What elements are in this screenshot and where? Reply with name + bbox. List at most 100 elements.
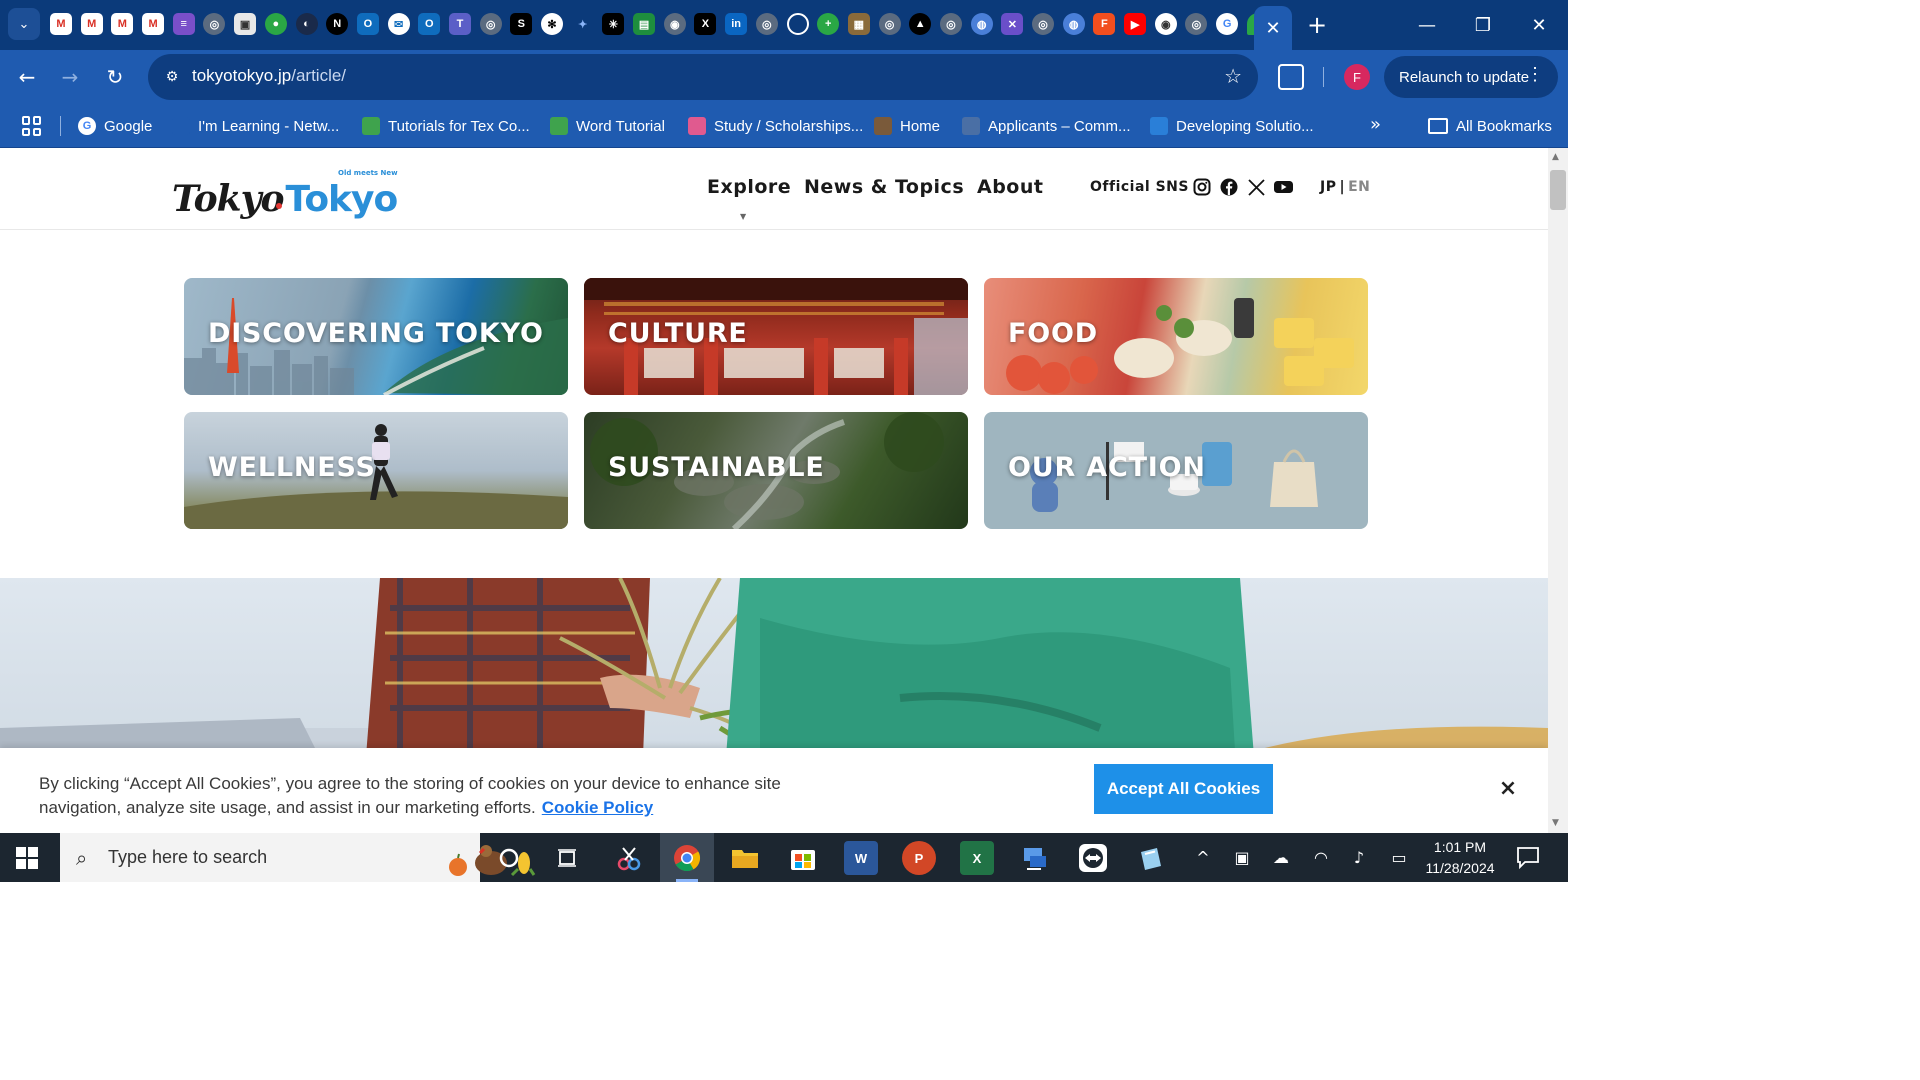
teamviewer-icon[interactable]: [1076, 841, 1110, 875]
figma-tab-icon[interactable]: F: [1093, 13, 1116, 35]
puzzle-tab-icon[interactable]: ✕: [1001, 13, 1024, 35]
bookmark-item[interactable]: Tutorials for Tex Co...: [362, 114, 530, 138]
gmail-tab-icon[interactable]: M: [50, 13, 72, 35]
tokyo-tokyo-logo[interactable]: Tokyo Tokyo Old meets New: [172, 166, 398, 220]
onedrive-error-icon[interactable]: ☁: [1270, 846, 1292, 868]
chatgpt-tab-icon[interactable]: ✻: [541, 13, 563, 35]
x-icon[interactable]: [1246, 177, 1266, 197]
excel-icon[interactable]: X: [960, 841, 994, 875]
chrome-taskbar-icon[interactable]: [670, 841, 704, 875]
battery-icon[interactable]: ▭: [1388, 846, 1410, 868]
youtube-icon[interactable]: [1273, 177, 1293, 197]
bookmark-item[interactable]: I'm Learning - Netw...: [172, 114, 339, 138]
x-tab-icon[interactable]: X: [694, 13, 717, 35]
word-icon[interactable]: W: [844, 841, 878, 875]
wifi-icon[interactable]: ◠: [1310, 846, 1332, 868]
lang-jp[interactable]: JP: [1320, 179, 1336, 195]
scroll-down-icon[interactable]: ▼: [1552, 818, 1559, 828]
all-bookmarks-button[interactable]: All Bookmarks: [1428, 114, 1552, 138]
reload-icon[interactable]: ↻: [101, 63, 129, 91]
forms-tab-icon[interactable]: ≡: [172, 13, 195, 35]
lang-en[interactable]: EN: [1348, 179, 1370, 195]
category-card-wellness[interactable]: WELLNESS: [184, 412, 568, 529]
taskbar-clock[interactable]: 1:01 PM 11/28/2024: [1420, 837, 1500, 879]
loading-tab-icon[interactable]: [786, 13, 809, 35]
more-bookmarks-icon[interactable]: »: [1370, 114, 1381, 135]
bookmark-item[interactable]: Home: [874, 114, 940, 138]
active-tab-close-icon[interactable]: ✕: [1254, 6, 1292, 50]
gemini-tab-icon[interactable]: ✦: [572, 13, 594, 35]
green-circle-tab-icon[interactable]: ●: [264, 13, 287, 35]
youtube-tab-icon[interactable]: ▶: [1124, 13, 1147, 35]
nav-about[interactable]: About: [977, 176, 1043, 198]
globe-tab-icon[interactable]: ◎: [203, 13, 226, 35]
outlook-tab-icon[interactable]: O: [418, 13, 441, 35]
accept-all-cookies-button[interactable]: Accept All Cookies: [1094, 764, 1273, 814]
bookmark-item[interactable]: G Google: [78, 114, 152, 138]
add-circle-tab-icon[interactable]: +: [817, 13, 840, 35]
globe-tab-icon[interactable]: ◎: [479, 13, 502, 35]
more-menu-icon[interactable]: ⋮: [1526, 64, 1544, 85]
tab-search-chevron-icon[interactable]: ⌄: [8, 8, 40, 40]
close-window-icon[interactable]: ✕: [1524, 10, 1554, 40]
apps-grid-icon[interactable]: [22, 116, 42, 136]
category-card-food[interactable]: FOOD: [984, 278, 1368, 395]
bookmark-item[interactable]: Developing Solutio...: [1150, 114, 1314, 138]
remote-desktop-icon[interactable]: [1018, 841, 1052, 875]
meet-now-icon[interactable]: ▣: [1231, 846, 1253, 868]
volume-icon[interactable]: ♪: [1348, 846, 1370, 868]
category-card-discovering-tokyo[interactable]: DISCOVERING TOKYO: [184, 278, 568, 395]
category-card-our-action[interactable]: OUR ACTION: [984, 412, 1368, 529]
site-s-tab-icon[interactable]: S: [510, 13, 533, 35]
address-bar[interactable]: ⚙ tokyotokyo.jp/article/ ☆: [148, 54, 1258, 100]
relaunch-button[interactable]: Relaunch to update ⋮: [1384, 56, 1558, 98]
cookie-close-icon[interactable]: ×: [1496, 776, 1520, 801]
color-globe-tab-icon[interactable]: ◍: [1062, 13, 1085, 35]
outlook-tab-icon[interactable]: O: [356, 13, 379, 35]
gmail-tab-icon[interactable]: M: [142, 13, 165, 35]
windows-start-icon[interactable]: [16, 847, 38, 869]
mail-tab-icon[interactable]: ✉: [387, 13, 410, 35]
url-text[interactable]: tokyotokyo.jp/article/: [192, 66, 346, 86]
instagram-icon[interactable]: [1192, 177, 1212, 197]
gmail-tab-icon[interactable]: M: [111, 13, 134, 35]
gmail-tab-icon[interactable]: M: [80, 13, 103, 35]
bookmark-star-icon[interactable]: ☆: [1224, 64, 1242, 88]
forward-icon[interactable]: →: [56, 63, 84, 91]
color-globe-tab-icon[interactable]: ◍: [970, 13, 993, 35]
globe-tab-icon[interactable]: ◎: [939, 13, 962, 35]
teams-tab-icon[interactable]: T: [448, 13, 471, 35]
target-tab-icon[interactable]: ◉: [663, 13, 686, 35]
category-card-culture[interactable]: CULTURE: [584, 278, 968, 395]
bookmark-item[interactable]: Study / Scholarships...: [688, 114, 863, 138]
taskbar-search-box[interactable]: ⌕ Type here to search: [60, 833, 536, 882]
profile-avatar[interactable]: F: [1344, 64, 1370, 90]
notes-app-icon[interactable]: [1134, 841, 1168, 875]
bookmark-item[interactable]: Applicants – Comm...: [962, 114, 1131, 138]
globe-tab-icon[interactable]: ◎: [755, 13, 778, 35]
notifications-icon[interactable]: [1516, 845, 1540, 870]
cookie-policy-link[interactable]: Cookie Policy: [542, 798, 653, 817]
powerpoint-icon[interactable]: P: [902, 841, 936, 875]
snipping-tool-icon[interactable]: [612, 841, 646, 875]
facebook-icon[interactable]: [1219, 177, 1239, 197]
globe-tab-icon[interactable]: ◎: [878, 13, 901, 35]
show-hidden-icons-icon[interactable]: ^: [1192, 846, 1214, 868]
notion-tab-icon[interactable]: N: [326, 13, 349, 35]
bookmark-item[interactable]: Word Tutorial: [550, 114, 665, 138]
google-tab-icon[interactable]: G: [1216, 13, 1239, 35]
page-scrollbar[interactable]: [1548, 148, 1568, 833]
minimize-icon[interactable]: —: [1412, 10, 1442, 40]
site-tab-icon[interactable]: ▣: [234, 13, 257, 35]
task-view-icon[interactable]: [550, 841, 584, 875]
scrollbar-thumb[interactable]: [1550, 170, 1566, 210]
nav-explore[interactable]: Explore: [707, 176, 791, 198]
extensions-icon[interactable]: [1278, 64, 1304, 90]
restore-icon[interactable]: ❐: [1468, 10, 1498, 40]
cortana-icon[interactable]: [492, 841, 526, 875]
sheet-tab-icon[interactable]: ▤: [633, 13, 656, 35]
back-icon[interactable]: ←: [13, 63, 41, 91]
globe-tab-icon[interactable]: ◎: [1185, 13, 1208, 35]
site-info-icon[interactable]: ⚙: [158, 63, 186, 91]
file-explorer-icon[interactable]: [728, 841, 762, 875]
